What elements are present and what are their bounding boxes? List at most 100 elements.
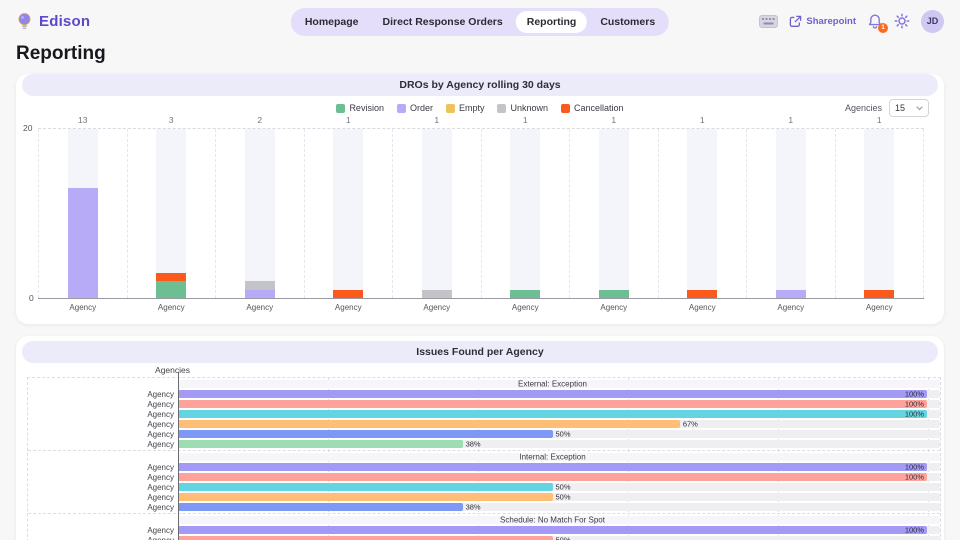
chart2-agency-label: Agency <box>28 463 178 472</box>
chart1-column: 1Agency <box>482 129 571 298</box>
app-title: Edison <box>39 13 90 30</box>
legend-label: Order <box>410 103 433 113</box>
chart2-bar-track: 100% <box>178 463 940 471</box>
chart2-bar <box>178 420 680 428</box>
chart1-column: 1Agency <box>836 129 925 298</box>
bar-segment-order <box>245 290 275 298</box>
brand[interactable]: Edison <box>16 12 90 31</box>
chart2-group-header-row: Schedule: No Match For Spot <box>28 515 940 525</box>
nav-item-homepage[interactable]: Homepage <box>294 11 370 33</box>
notifications-button[interactable]: 1 <box>867 13 883 30</box>
chart2-percent-label: 100% <box>905 473 924 482</box>
chart1-bar-stack <box>776 129 806 298</box>
chart1-xlabel: Agency <box>128 303 216 312</box>
agencies-select-value: 15 <box>895 103 905 113</box>
chart2-bar-track: 50% <box>178 536 940 540</box>
chart2-bar-track: 100% <box>178 473 940 481</box>
chart2-percent-label: 100% <box>905 410 924 419</box>
chart1-title: DROs by Agency rolling 30 days <box>22 74 938 96</box>
chart2-bar-row: Agency38% <box>28 439 940 449</box>
external-link-icon <box>789 15 802 28</box>
chart1-bar-stack <box>599 129 629 298</box>
issues-chart-card: Issues Found per Agency Agencies Externa… <box>16 336 944 540</box>
chart2-bar <box>178 536 553 540</box>
chart2-agency-label: Agency <box>28 400 178 409</box>
chart2-bar-track: 100% <box>178 400 940 408</box>
chart2-group-title: Internal: Exception <box>178 453 927 462</box>
bar-segment-cancellation <box>864 290 894 298</box>
chart2-agency-label: Agency <box>28 440 178 449</box>
nav-item-direct-response-orders[interactable]: Direct Response Orders <box>372 11 514 33</box>
chart2-agency-label: Agency <box>28 526 178 535</box>
chart1-total-label: 1 <box>570 115 658 125</box>
chart2-percent-label: 100% <box>905 526 924 535</box>
legend-label: Cancellation <box>574 103 624 113</box>
chart1-bar-stack <box>333 129 363 298</box>
chart1-total-label: 1 <box>659 115 747 125</box>
chart2-percent-label: 50% <box>556 430 571 439</box>
chart1-total-label: 1 <box>393 115 481 125</box>
chart1-column: 1Agency <box>305 129 394 298</box>
chart1-total-label: 2 <box>216 115 304 125</box>
chart2-percent-label: 50% <box>556 483 571 492</box>
settings-button[interactable] <box>894 13 910 29</box>
bar-segment-order <box>68 188 98 298</box>
chart2-bar-row: Agency50% <box>28 429 940 439</box>
chart2-bar-track: 100% <box>178 526 940 534</box>
top-bar: Edison HomepageDirect Response OrdersRep… <box>0 0 960 42</box>
chart1-xlabel: Agency <box>836 303 924 312</box>
chart2-bar-row: Agency100% <box>28 409 940 419</box>
chart2-header-track: External: Exception <box>178 380 940 388</box>
legend-label: Revision <box>349 103 384 113</box>
chart2-plot: External: ExceptionAgency100%Agency100%A… <box>27 377 941 540</box>
sharepoint-link[interactable]: Sharepoint <box>789 15 856 28</box>
chart2-bar-track: 50% <box>178 430 940 438</box>
chart2-bar <box>178 526 927 534</box>
chart1-column: 2Agency <box>216 129 305 298</box>
chart1-plot: 13Agency3Agency2Agency1Agency1Agency1Age… <box>38 128 924 299</box>
chart2-bar-track: 100% <box>178 410 940 418</box>
chart2-bar <box>178 400 927 408</box>
chart2-bar <box>178 430 553 438</box>
chart2-percent-label: 100% <box>905 390 924 399</box>
chart2-bar-track: 50% <box>178 493 940 501</box>
chart2-bar <box>178 410 927 418</box>
bar-segment-cancellation <box>333 290 363 298</box>
keyboard-icon[interactable] <box>759 15 778 28</box>
bar-segment-revision <box>510 290 540 298</box>
legend-item-revision: Revision <box>336 103 384 113</box>
chart2-header-track: Internal: Exception <box>178 453 940 461</box>
chart2-bar <box>178 390 927 398</box>
nav-item-customers[interactable]: Customers <box>589 11 666 33</box>
chart2-bar <box>178 493 553 501</box>
avatar[interactable]: JD <box>921 10 944 33</box>
legend-swatch <box>497 104 506 113</box>
chart2-bar-row: Agency100% <box>28 389 940 399</box>
chart2-percent-label: 50% <box>556 493 571 502</box>
chart1-bar-stack <box>245 129 275 298</box>
chart2-bar-track: 50% <box>178 483 940 491</box>
chart1-xlabel: Agency <box>482 303 570 312</box>
chart2-group-header-row: External: Exception <box>28 379 940 389</box>
chart1-column: 13Agency <box>38 129 128 298</box>
chart1-xlabel: Agency <box>570 303 658 312</box>
chart1-bar-stack <box>864 129 894 298</box>
lightbulb-logo-icon <box>16 12 33 31</box>
notification-badge: 1 <box>878 23 888 33</box>
chart1-xlabel: Agency <box>747 303 835 312</box>
chart1-column: 1Agency <box>747 129 836 298</box>
chart2-agency-label: Agency <box>28 503 178 512</box>
chart1-column: 1Agency <box>570 129 659 298</box>
chart2-title: Issues Found per Agency <box>22 341 938 363</box>
chart1-bar-stack <box>68 129 98 298</box>
chart2-percent-label: 100% <box>905 463 924 472</box>
chevron-down-icon <box>916 106 923 111</box>
chart2-bar-track: 38% <box>178 440 940 448</box>
page-title: Reporting <box>16 43 960 65</box>
legend-item-empty: Empty <box>446 103 485 113</box>
legend-swatch <box>397 104 406 113</box>
bar-segment-order <box>776 290 806 298</box>
bar-segment-cancellation <box>687 290 717 298</box>
chart1-plot-wrap: 20 0 13Agency3Agency2Agency1Agency1Agenc… <box>38 128 924 299</box>
nav-item-reporting[interactable]: Reporting <box>516 11 588 33</box>
